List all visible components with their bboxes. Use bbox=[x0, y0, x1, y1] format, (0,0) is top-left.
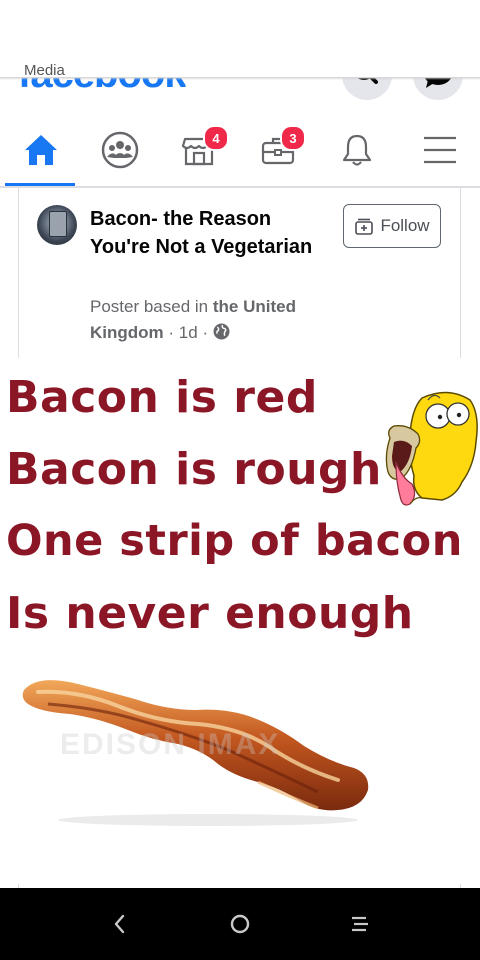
tab-marketplace[interactable]: 4 bbox=[163, 116, 235, 186]
home-icon bbox=[25, 135, 57, 165]
meta-separator-1: · bbox=[168, 323, 175, 342]
hamburger-menu-icon bbox=[424, 136, 456, 164]
post-time[interactable]: 1d bbox=[179, 323, 198, 342]
follow-label: Follow bbox=[380, 216, 430, 235]
post-border-right bbox=[460, 188, 461, 358]
meme-line-4: Is never enough bbox=[6, 588, 414, 639]
header-background bbox=[0, 0, 480, 78]
meta-prefix: Poster based in bbox=[90, 297, 209, 316]
post-border-left bbox=[18, 188, 19, 358]
post-meta: Poster based in the United Kingdom · 1d … bbox=[90, 294, 350, 346]
back-nav-icon[interactable] bbox=[108, 910, 132, 938]
system-navigation-bar bbox=[0, 888, 480, 960]
tab-home[interactable] bbox=[5, 116, 77, 186]
tabs-divider bbox=[0, 186, 480, 188]
groups-icon bbox=[101, 131, 139, 169]
marketplace-badge: 4 bbox=[203, 125, 229, 151]
meme-line-2: Bacon is rough bbox=[6, 444, 382, 495]
media-label: Media bbox=[24, 62, 65, 79]
homer-drooling-illustration bbox=[385, 391, 478, 526]
home-nav-icon[interactable] bbox=[226, 910, 254, 938]
tab-jobs[interactable]: 3 bbox=[242, 116, 314, 186]
tab-menu[interactable] bbox=[404, 116, 476, 186]
recents-nav-icon[interactable] bbox=[346, 910, 374, 938]
follow-button[interactable]: Follow bbox=[343, 204, 441, 248]
tab-notifications[interactable] bbox=[321, 116, 393, 186]
page-avatar[interactable] bbox=[37, 205, 77, 245]
meta-separator-2: · bbox=[202, 323, 209, 342]
globe-icon bbox=[213, 323, 230, 340]
jobs-badge: 3 bbox=[280, 125, 306, 151]
follow-icon bbox=[355, 218, 374, 235]
bell-icon bbox=[342, 134, 372, 166]
tab-groups[interactable] bbox=[84, 116, 156, 186]
post-image[interactable]: Bacon is red Bacon is rough One strip of… bbox=[0, 358, 480, 888]
page-name[interactable]: Bacon- the Reason You're Not a Vegetaria… bbox=[90, 205, 320, 261]
header-shadow bbox=[0, 77, 480, 80]
meme-line-1: Bacon is red bbox=[6, 372, 318, 423]
image-watermark: EDISON IMAX bbox=[60, 728, 281, 761]
